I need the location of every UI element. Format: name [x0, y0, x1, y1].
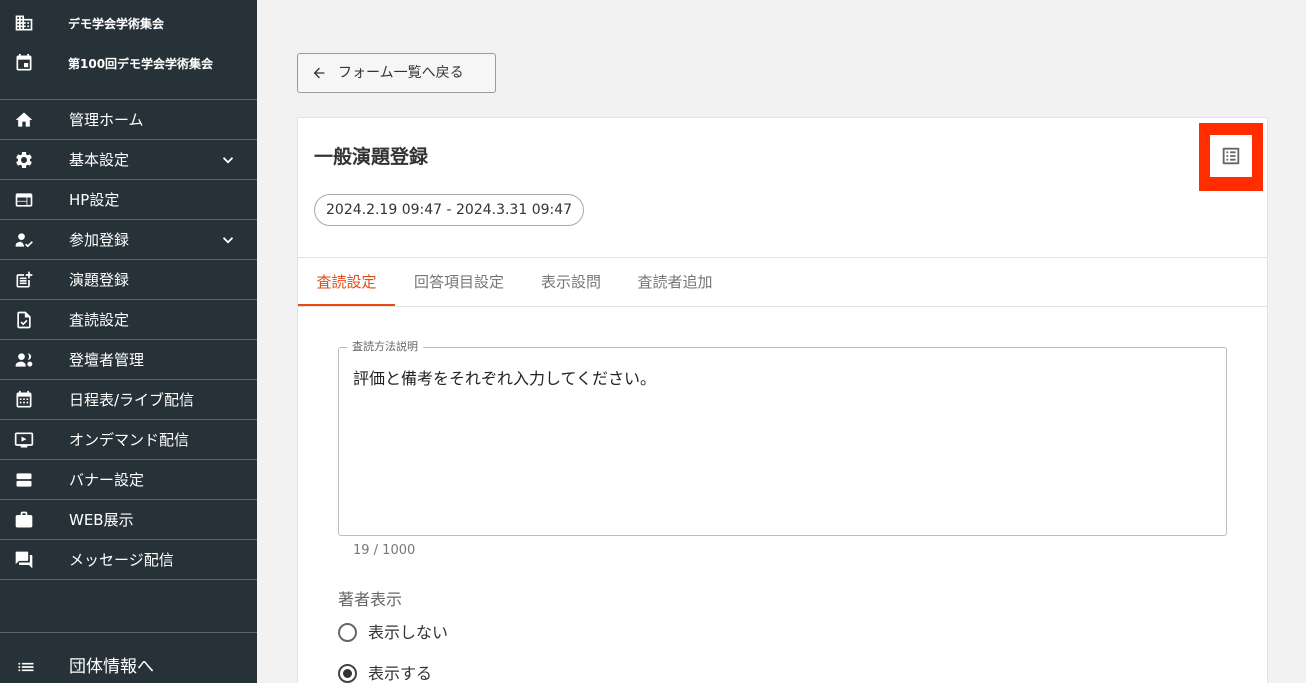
sidebar-item-label: 演題登録 — [69, 271, 130, 289]
character-counter: 19 / 1000 — [353, 543, 416, 558]
sidebar-item-label: 査読設定 — [69, 311, 130, 329]
gear-icon — [16, 152, 32, 168]
sidebar-item-label: 日程表/ライブ配信 — [69, 391, 195, 409]
sidebar-item-basic-settings[interactable]: 基本設定 — [0, 140, 257, 180]
form-title: 一般演題登録 — [314, 146, 429, 168]
author-display-label: 著者表示 — [338, 590, 403, 609]
home-icon — [15, 112, 33, 127]
list-view-button[interactable] — [1199, 123, 1263, 191]
sidebar-item-admin-home[interactable]: 管理ホーム — [0, 100, 257, 140]
radio-checked-icon[interactable] — [338, 664, 357, 683]
briefcase-icon — [15, 511, 33, 528]
sidebar-bottom-label: 団体情報へ — [69, 657, 154, 677]
sidebar-item-message-delivery[interactable]: メッセージ配信 — [0, 540, 257, 580]
sidebar-item-banner-settings[interactable]: バナー設定 — [0, 460, 257, 500]
speaker-group-icon — [15, 353, 33, 367]
radio-hide-authors[interactable]: 表示しない — [338, 621, 468, 645]
radio-show-authors[interactable]: 表示する — [338, 662, 468, 683]
sidebar-item-organization-info[interactable]: 団体情報へ — [0, 632, 257, 683]
sidebar-menu: 管理ホーム 基本設定 HP設定 参加登録 演題登録 査読設定 登壇者管理 日程表… — [0, 99, 257, 580]
review-description-textarea[interactable]: 評価と備考をそれぞれ入力してください。 — [353, 368, 656, 390]
building-icon — [15, 15, 33, 31]
sidebar-item-label: 登壇者管理 — [69, 351, 145, 369]
review-description-field[interactable]: 査読方法説明 評価と備考をそれぞれ入力してください。 — [338, 340, 1227, 536]
sidebar-item-label: HP設定 — [69, 191, 120, 209]
sidebar-item-review-settings[interactable]: 査読設定 — [0, 300, 257, 340]
period-chip: 2024.2.19 09:47 - 2024.3.31 09:47 — [314, 194, 585, 226]
sidebar-item-web-exhibition[interactable]: WEB展示 — [0, 500, 257, 540]
person-check-icon — [15, 233, 33, 248]
chat-icon — [15, 551, 33, 569]
sidebar-item-label: 管理ホーム — [69, 111, 144, 129]
list-view-button-inner[interactable] — [1210, 135, 1252, 177]
tab-answer-items[interactable]: 回答項目設定 — [395, 258, 523, 306]
post-add-icon — [16, 271, 33, 288]
sidebar: デモ学会学術集会 第100回デモ学会学術集会 管理ホーム 基本設定 HP設定 参… — [0, 0, 257, 683]
video-screen-icon — [14, 432, 34, 448]
tab-display-questions[interactable]: 表示設問 — [523, 258, 619, 306]
list-alt-icon — [1222, 147, 1240, 165]
organization-row[interactable]: デモ学会学術集会 — [0, 5, 257, 41]
web-window-icon — [15, 193, 33, 207]
calendar-grid-icon — [16, 390, 32, 408]
review-description-label: 査読方法説明 — [347, 340, 423, 354]
document-check-icon — [17, 311, 31, 329]
sidebar-item-label: メッセージ配信 — [69, 551, 174, 569]
calendar-icon — [16, 53, 32, 71]
sidebar-item-registration[interactable]: 参加登録 — [0, 220, 257, 260]
sidebar-item-abstract-registration[interactable]: 演題登録 — [0, 260, 257, 300]
sidebar-item-label: 参加登録 — [69, 231, 130, 249]
radio-label: 表示する — [368, 664, 433, 683]
sidebar-item-label: 基本設定 — [69, 151, 130, 169]
list-icon — [18, 662, 34, 672]
form-card: 一般演題登録 2024.2.19 09:47 - 2024.3.31 09:47… — [297, 117, 1268, 683]
tab-bar: 査読設定 回答項目設定 表示設問 査読者追加 — [298, 258, 1267, 307]
chevron-down-icon[interactable] — [219, 231, 237, 249]
sidebar-item-label: WEB展示 — [69, 511, 134, 529]
sidebar-item-label: オンデマンド配信 — [69, 431, 190, 449]
sidebar-item-hp-settings[interactable]: HP設定 — [0, 180, 257, 220]
sidebar-item-speaker-management[interactable]: 登壇者管理 — [0, 340, 257, 380]
sidebar-item-schedule-live[interactable]: 日程表/ライブ配信 — [0, 380, 257, 420]
back-button-label: フォーム一覧へ戻る — [338, 65, 464, 81]
back-to-forms-button[interactable]: フォーム一覧へ戻る — [297, 53, 496, 93]
chevron-down-icon[interactable] — [219, 151, 237, 169]
radio-unchecked-icon[interactable] — [338, 623, 357, 642]
tab-add-reviewer[interactable]: 査読者追加 — [619, 258, 731, 306]
event-row[interactable]: 第100回デモ学会学術集会 — [0, 45, 257, 81]
event-name: 第100回デモ学会学術集会 — [68, 56, 214, 71]
banner-icon — [16, 473, 32, 487]
tab-review-settings[interactable]: 査読設定 — [298, 258, 395, 306]
arrow-left-icon — [313, 67, 325, 79]
sidebar-item-on-demand[interactable]: オンデマンド配信 — [0, 420, 257, 460]
sidebar-item-label: バナー設定 — [69, 471, 145, 489]
organization-name: デモ学会学術集会 — [68, 16, 165, 31]
radio-label: 表示しない — [368, 623, 449, 642]
